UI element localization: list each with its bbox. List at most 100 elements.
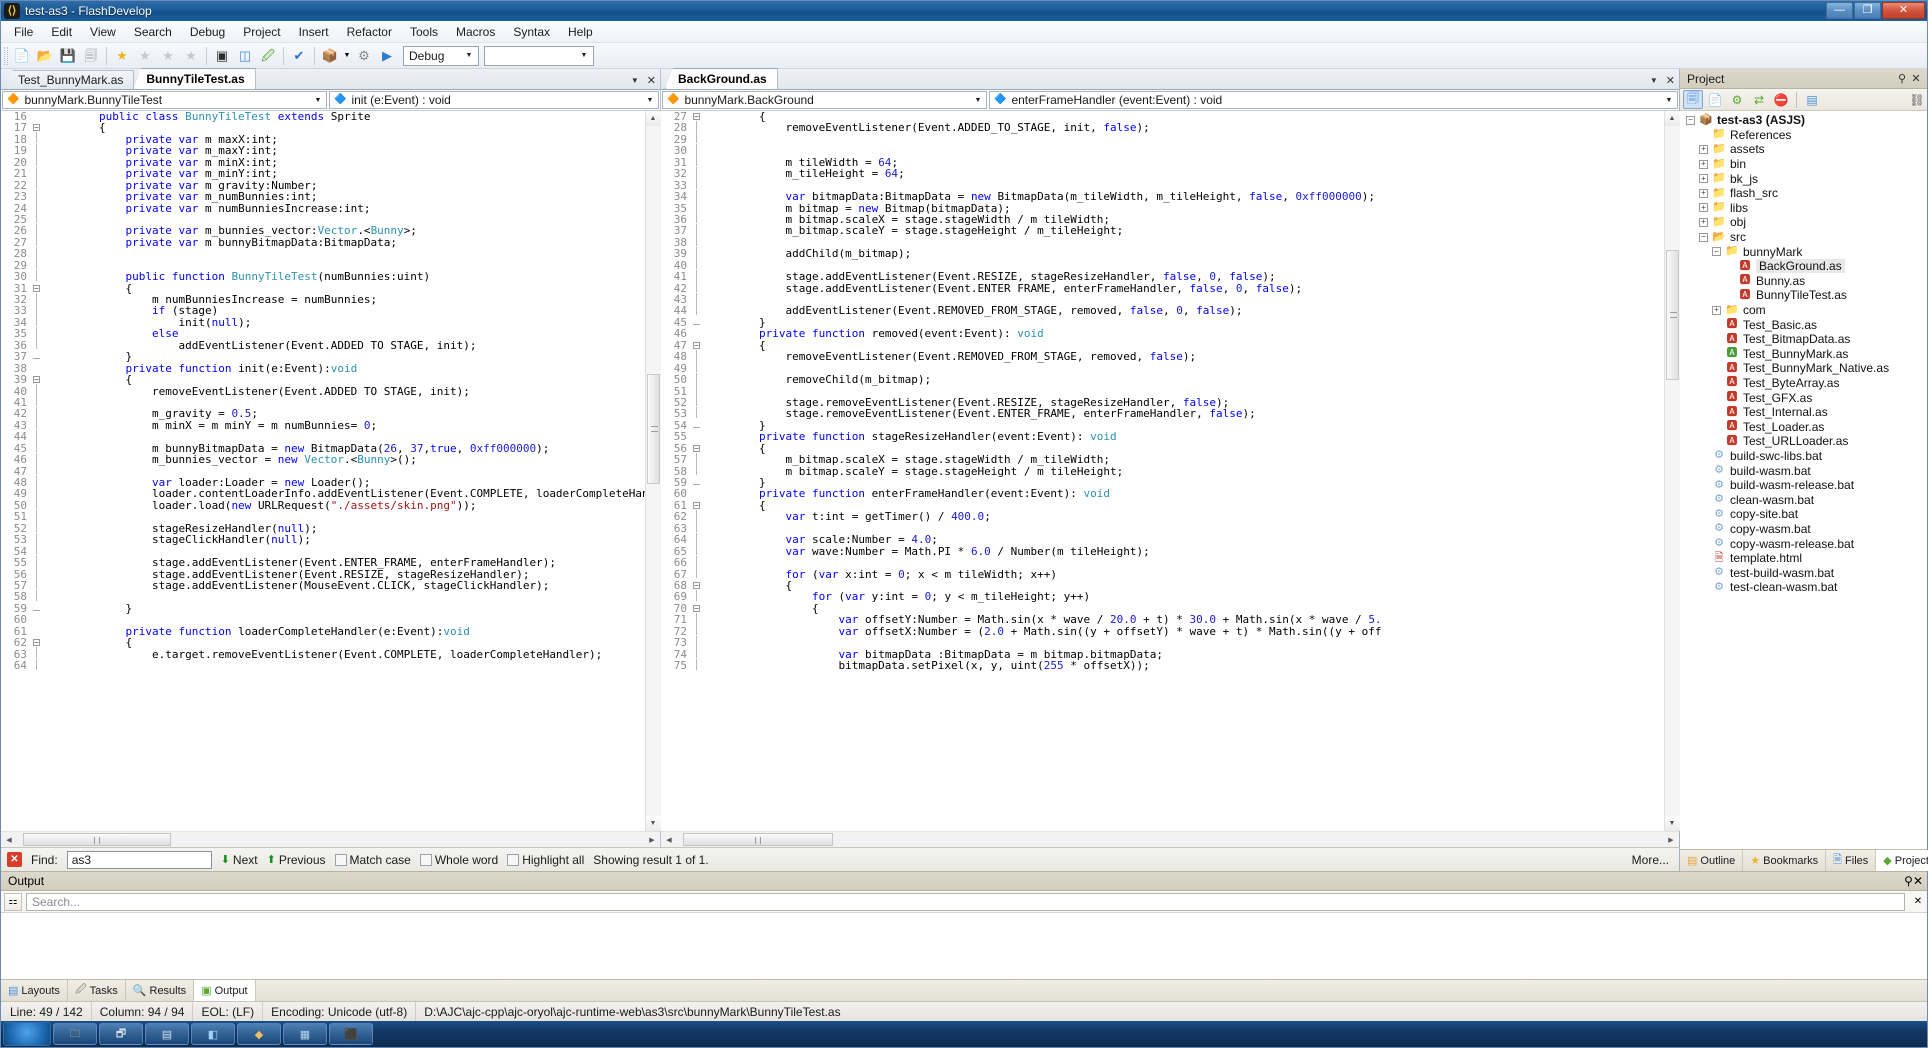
- close-icon[interactable]: ✕: [1909, 72, 1923, 85]
- panel-tab-project[interactable]: ◆ Project: [1876, 850, 1928, 871]
- code-line[interactable]: 46 m_bunnies_vector = new Vector.<Bunny>…: [1, 452, 645, 466]
- tree-collapse-icon[interactable]: −: [1686, 115, 1695, 125]
- tree-item[interactable]: − 📁 bunnyMark: [1680, 244, 1927, 259]
- code-line[interactable]: 41 stage.addEventListener(Event.RESIZE, …: [661, 269, 1664, 283]
- code-line[interactable]: 75 bitmapData.setPixel(x, y, uint(255 * …: [661, 658, 1664, 671]
- code-line[interactable]: 55 stage.addEventListener(Event.ENTER_FR…: [1, 555, 645, 569]
- taskbar-item[interactable]: ◆: [237, 1023, 281, 1045]
- fold-collapse-icon[interactable]: −: [33, 124, 40, 132]
- build-target-combo[interactable]: ▼: [484, 45, 594, 66]
- code-line[interactable]: 32 m_tileHeight = 64;: [661, 166, 1664, 180]
- tab-close-icon[interactable]: ✕: [647, 74, 656, 87]
- taskbar-item[interactable]: ◧: [191, 1023, 235, 1045]
- tab-list-dropdown-icon[interactable]: ▼: [631, 76, 639, 85]
- tree-item[interactable]: 🗎 template.html: [1680, 551, 1927, 566]
- code-line[interactable]: 61 private function loaderCompleteHandle…: [1, 625, 645, 637]
- code-line[interactable]: 60 private function enterFrameHandler(ev…: [661, 488, 1664, 500]
- left-vscroll-track[interactable]: [645, 126, 661, 816]
- code-line[interactable]: 26 private var m_bunnies_vector:Vector.<…: [1, 223, 645, 237]
- stop-icon[interactable]: ⛔: [1771, 90, 1791, 109]
- code-line[interactable]: 35 m_bitmap = new Bitmap(bitmapData);: [661, 201, 1664, 214]
- build-dropdown-icon[interactable]: ▼: [342, 45, 352, 67]
- panel-icon[interactable]: ◫: [234, 45, 256, 67]
- tree-item[interactable]: 🅰 BackGround.as: [1680, 259, 1927, 274]
- code-line[interactable]: 36 addEventListener(Event.ADDED_TO_STAGE…: [1, 338, 645, 351]
- code-line[interactable]: 33 if (stage): [1, 303, 645, 317]
- code-line[interactable]: 60: [1, 614, 645, 626]
- code-line[interactable]: 54: [1, 544, 645, 557]
- close-button[interactable]: ✕: [1882, 2, 1925, 19]
- left-class-combo[interactable]: 🔶 bunnyMark.BunnyTileTest ▼: [2, 91, 327, 109]
- fold-collapse-icon[interactable]: −: [693, 113, 700, 121]
- output-tab-layouts[interactable]: ▤ Layouts: [1, 980, 68, 1001]
- tree-item[interactable]: ⚙ build-wasm.bat: [1680, 463, 1927, 478]
- pin-icon[interactable]: ⚲: [1895, 72, 1909, 85]
- run-project-icon[interactable]: ▶: [376, 45, 398, 67]
- code-line[interactable]: 30: [661, 143, 1664, 157]
- code-line[interactable]: 61− {: [661, 499, 1664, 511]
- code-line[interactable]: 51: [661, 384, 1664, 397]
- menu-item-help[interactable]: Help: [559, 22, 602, 42]
- code-line[interactable]: 25: [1, 212, 645, 225]
- check-syntax-icon[interactable]: ✔: [288, 45, 310, 67]
- code-line[interactable]: 35 else: [1, 326, 645, 340]
- right-code-editor[interactable]: 27− {28 removeEventListener(Event.ADDED_…: [661, 111, 1664, 831]
- left-vertical-scrollbar[interactable]: ▲ ▼: [645, 111, 661, 831]
- code-line[interactable]: 73: [661, 635, 1664, 649]
- tree-item[interactable]: ⚙ copy-site.bat: [1680, 507, 1927, 522]
- code-line[interactable]: 37 }: [1, 351, 645, 363]
- tree-item[interactable]: + 📁 bin: [1680, 157, 1927, 172]
- fold-margin[interactable]: [691, 420, 702, 431]
- tree-item[interactable]: ⚙ clean-wasm.bat: [1680, 492, 1927, 507]
- code-line[interactable]: 52 stage.removeEventListener(Event.RESIZ…: [661, 395, 1664, 408]
- tree-item[interactable]: − 📂 src: [1680, 230, 1927, 245]
- code-line[interactable]: 40: [661, 258, 1664, 271]
- tree-item[interactable]: 🅰 Test_Internal.as: [1680, 405, 1927, 420]
- taskbar-item[interactable]: ▦: [283, 1023, 327, 1045]
- project-tree[interactable]: − 📦 test-as3 (ASJS) 📁 References + 📁 assets + 📁 bi…: [1680, 111, 1927, 849]
- tree-item[interactable]: 📁 References: [1680, 128, 1927, 143]
- taskbar-item[interactable]: ▤: [145, 1023, 189, 1045]
- bookmark-next-icon[interactable]: ★: [157, 45, 179, 67]
- left-code-editor[interactable]: 16 public class BunnyTileTest extends Sp…: [1, 111, 645, 831]
- refresh-icon[interactable]: ⇄: [1749, 90, 1769, 109]
- tree-item[interactable]: + 📁 assets: [1680, 142, 1927, 157]
- right-vscroll-thumb[interactable]: [1665, 250, 1679, 381]
- code-line[interactable]: 50 removeChild(m_bitmap);: [661, 372, 1664, 386]
- bookmark-prev-icon[interactable]: ★: [134, 45, 156, 67]
- tree-expand-icon[interactable]: +: [1712, 305, 1721, 315]
- right-horizontal-scrollbar[interactable]: ◀ ▶: [661, 831, 1679, 847]
- code-line[interactable]: 18 private var m_maxX:int;: [1, 132, 645, 145]
- code-line[interactable]: 27 private var m_bunnyBitmapData:BitmapD…: [1, 235, 645, 248]
- fold-collapse-icon[interactable]: −: [693, 604, 700, 612]
- code-line[interactable]: 39 addChild(m_bitmap);: [661, 246, 1664, 260]
- scroll-up-icon[interactable]: ▲: [645, 111, 661, 126]
- code-line[interactable]: 64: [1, 658, 645, 671]
- code-line[interactable]: 38: [661, 235, 1664, 248]
- code-line[interactable]: 47: [1, 464, 645, 477]
- output-log-body[interactable]: [1, 913, 1927, 979]
- tree-expand-icon[interactable]: +: [1699, 144, 1708, 154]
- fold-collapse-icon[interactable]: −: [33, 284, 40, 292]
- minimize-button[interactable]: —: [1826, 2, 1853, 19]
- document-tab-test-bunnymark[interactable]: Test_BunnyMark.as: [5, 70, 135, 89]
- code-line[interactable]: 32 m_numBunniesIncrease = numBunnies;: [1, 292, 645, 305]
- left-hscroll-thumb[interactable]: [23, 832, 171, 846]
- code-line[interactable]: 43 m_minX = m_minY = m_numBunnies= 0;: [1, 418, 645, 431]
- fold-margin[interactable]: [31, 603, 42, 614]
- code-line[interactable]: 28: [1, 246, 645, 260]
- code-line[interactable]: 50 loader.load(new URLRequest("./assets/…: [1, 498, 645, 511]
- code-line[interactable]: 22 private var m_gravity:Number;: [1, 178, 645, 191]
- code-line[interactable]: 17− {: [1, 122, 645, 134]
- code-line[interactable]: 48 var loader:Loader = new Loader();: [1, 475, 645, 488]
- code-line[interactable]: 62− {: [1, 637, 645, 649]
- fold-collapse-icon[interactable]: −: [33, 639, 40, 647]
- code-line[interactable]: 28 removeEventListener(Event.ADDED_TO_ST…: [661, 120, 1664, 134]
- code-line[interactable]: 58 m_bitmap.scaleY = stage.stageHeight /…: [661, 464, 1664, 477]
- code-line[interactable]: 65 var wave:Number = Math.PI * 6.0 / Num…: [661, 544, 1664, 557]
- code-line[interactable]: 71 var offsetY:Number = Math.sin(x * wav…: [661, 612, 1664, 626]
- tree-expand-icon[interactable]: +: [1699, 217, 1708, 227]
- toolbar-grip[interactable]: [4, 46, 8, 65]
- maximize-button[interactable]: ❐: [1854, 2, 1881, 19]
- code-line[interactable]: 45 }: [661, 316, 1664, 328]
